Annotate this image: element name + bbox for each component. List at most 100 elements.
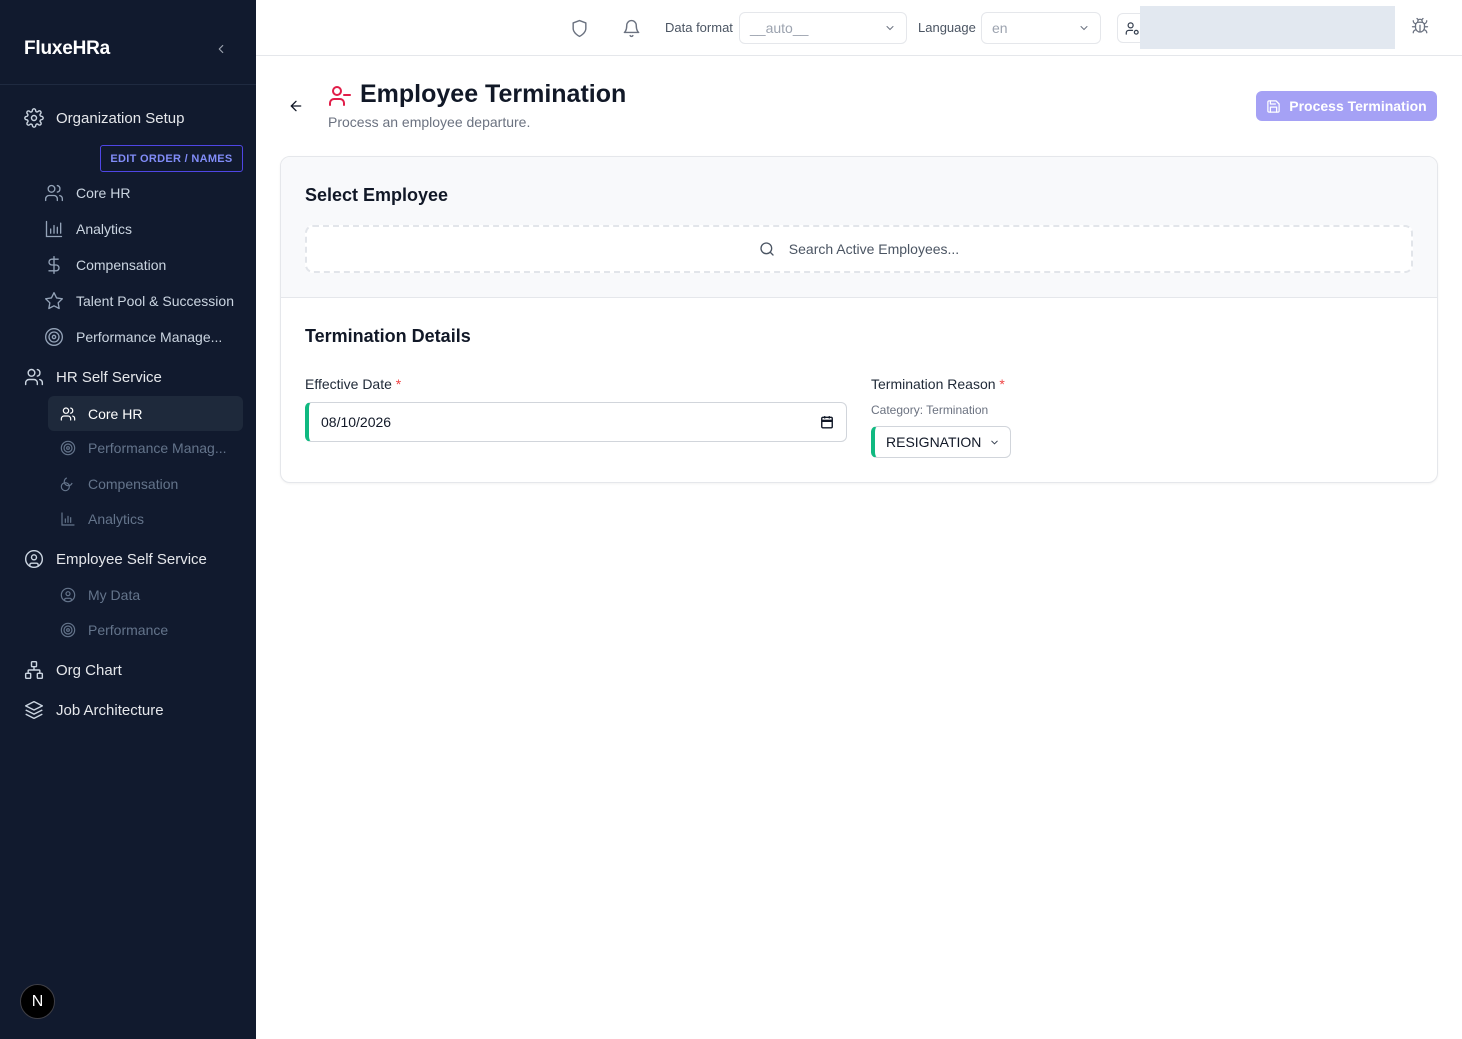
- chevron-down-icon: [1080, 26, 1088, 31]
- save-icon: [1267, 99, 1281, 113]
- nav-job-architecture[interactable]: Job Architecture: [24, 700, 164, 720]
- nav-hr-performance[interactable]: Performance Manag...: [60, 440, 227, 456]
- nav-org-compensation[interactable]: Compensation: [44, 255, 166, 275]
- nav-label: Core HR: [88, 405, 143, 422]
- nav-label: Employee Self Service: [56, 550, 207, 568]
- effective-date-label: Effective Date *: [305, 376, 401, 392]
- coins-icon: [60, 477, 73, 492]
- user-info-placeholder: [1140, 6, 1395, 49]
- search-icon: [760, 242, 774, 256]
- user-circle-icon: [24, 549, 44, 569]
- chevron-left-icon: [218, 44, 224, 54]
- star-icon: [45, 292, 63, 310]
- users-icon: [45, 184, 64, 202]
- process-termination-label: Process Termination: [1289, 98, 1427, 114]
- target-icon: [60, 622, 76, 638]
- target-icon: [60, 440, 76, 456]
- nav-hr-compensation[interactable]: Compensation: [60, 476, 178, 492]
- nav-hr-core-hr[interactable]: Core HR: [48, 396, 243, 431]
- nav-org-chart[interactable]: Org Chart: [24, 660, 122, 680]
- termination-card: Select Employee Search Active Employees.…: [280, 156, 1438, 483]
- termination-reason-select[interactable]: RESIGNATION: [871, 426, 1011, 458]
- employee-search-input[interactable]: Search Active Employees...: [305, 225, 1413, 273]
- process-termination-button[interactable]: Process Termination: [1256, 91, 1437, 121]
- org-chart-icon: [24, 660, 44, 680]
- nav-label: Analytics: [88, 511, 145, 527]
- layers-icon: [24, 700, 44, 720]
- nav-label: HR Self Service: [56, 368, 162, 386]
- page-subtitle: Process an employee departure.: [328, 114, 531, 130]
- reason-category-text: Category: Termination: [871, 403, 989, 417]
- calendar-icon[interactable]: [820, 415, 834, 429]
- brand-logo: FluxeHRa: [24, 38, 111, 59]
- nav-ess-my-data[interactable]: My Data: [60, 587, 140, 603]
- sidebar: FluxeHRa Organization Setup EDIT ORDER /…: [0, 0, 256, 1039]
- nextjs-dev-badge[interactable]: N: [20, 984, 55, 1019]
- user-settings-icon: [1125, 21, 1139, 35]
- nav-hr-analytics[interactable]: Analytics: [60, 511, 144, 527]
- bar-chart-icon: [61, 512, 75, 526]
- effective-date-input[interactable]: 08/10/2026: [305, 402, 847, 442]
- required-asterisk: *: [395, 376, 402, 392]
- bell-icon: [623, 19, 639, 37]
- search-placeholder: Search Active Employees...: [788, 241, 960, 257]
- effective-date-label-text: Effective Date: [305, 376, 392, 392]
- language-select[interactable]: en: [981, 12, 1101, 44]
- nav-org-performance[interactable]: Performance Manage...: [44, 327, 222, 347]
- nav-label: Performance Manag...: [88, 440, 227, 456]
- page-title: Employee Termination: [360, 80, 627, 108]
- arrow-left-icon: [290, 100, 302, 112]
- sidebar-divider: [0, 84, 256, 85]
- nav-label: Performance: [88, 622, 169, 638]
- top-bar: Data format __auto__ Language en: [256, 0, 1462, 56]
- user-minus-icon: [329, 86, 351, 106]
- users-icon: [60, 406, 76, 421]
- chevron-down-icon: [886, 26, 894, 31]
- nav-label: Talent Pool & Succession: [76, 293, 234, 309]
- nav-ess-performance[interactable]: Performance: [60, 622, 168, 638]
- nav-organization-setup[interactable]: Organization Setup: [24, 108, 184, 128]
- gear-icon: [24, 108, 44, 128]
- nav-org-core-hr[interactable]: Core HR: [44, 183, 130, 203]
- nav-label: Compensation: [88, 476, 179, 492]
- user-circle-icon: [60, 587, 76, 603]
- bug-icon: [1411, 17, 1429, 34]
- nav-label: Org Chart: [56, 661, 122, 679]
- target-icon: [45, 328, 63, 346]
- nav-label: Job Architecture: [56, 701, 164, 719]
- select-employee-title: Select Employee: [305, 185, 449, 205]
- nav-label: Compensation: [76, 257, 167, 273]
- debug-button[interactable]: [1411, 17, 1433, 39]
- bar-chart-icon: [45, 220, 63, 238]
- notifications-button[interactable]: [620, 17, 642, 39]
- required-asterisk: *: [999, 376, 1005, 392]
- collapse-sidebar-button[interactable]: [210, 38, 232, 60]
- nav-label: Organization Setup: [56, 109, 185, 127]
- termination-reason-label-text: Termination Reason: [871, 376, 996, 392]
- effective-date-value: 08/10/2026: [321, 414, 392, 430]
- nav-label: Core HR: [76, 185, 131, 201]
- nav-label: Performance Manage...: [76, 329, 223, 345]
- termination-reason-value: RESIGNATION: [886, 434, 982, 450]
- users-icon: [24, 368, 44, 386]
- data-format-select[interactable]: __auto__: [739, 12, 907, 44]
- nav-employee-self-service[interactable]: Employee Self Service: [24, 549, 207, 569]
- data-format-label: Data format: [665, 20, 733, 35]
- language-value: en: [992, 20, 1008, 36]
- termination-details-title: Termination Details: [305, 326, 471, 346]
- language-label: Language: [918, 20, 976, 35]
- chevron-down-icon: [991, 440, 998, 445]
- data-format-value: __auto__: [750, 20, 809, 36]
- edit-order-names-button[interactable]: EDIT ORDER / NAMES: [100, 145, 243, 172]
- select-employee-section: Select Employee Search Active Employees.…: [281, 157, 1437, 298]
- termination-reason-label: Termination Reason *: [871, 376, 1005, 392]
- nav-org-talent-pool[interactable]: Talent Pool & Succession: [44, 291, 234, 311]
- nav-label: Analytics: [76, 221, 133, 237]
- shield-icon: [571, 19, 587, 37]
- back-button[interactable]: [285, 95, 307, 117]
- nav-hr-self-service[interactable]: HR Self Service: [24, 367, 162, 387]
- dollar-icon: [48, 256, 60, 274]
- nav-org-analytics[interactable]: Analytics: [44, 219, 132, 239]
- security-button[interactable]: [568, 17, 590, 39]
- nav-label: My Data: [88, 587, 141, 603]
